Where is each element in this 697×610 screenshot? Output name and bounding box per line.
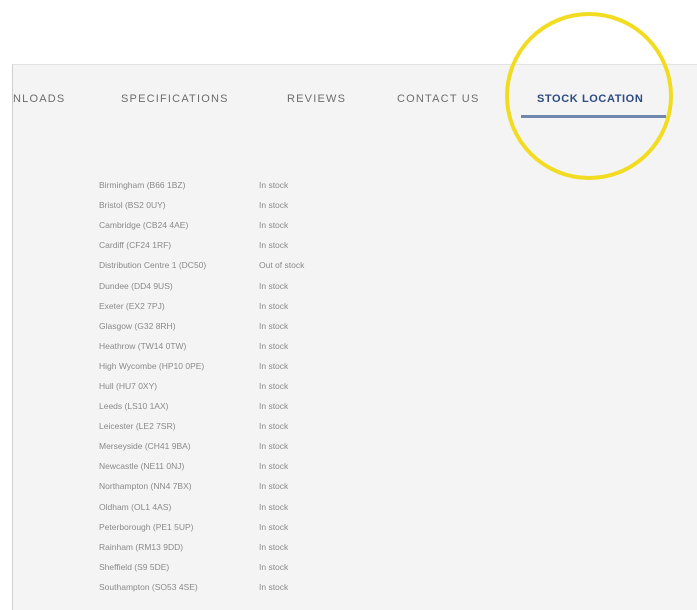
stock-row: Cambridge (CB24 4AE) In stock xyxy=(99,215,339,235)
stock-location-name: Glasgow (G32 8RH) xyxy=(99,320,176,331)
stock-row: Exeter (EX2 7PJ) In stock xyxy=(99,296,339,316)
stock-location-view: NLOADS SPECIFICATIONS REVIEWS CONTACT US… xyxy=(0,0,697,610)
stock-row: Bristol (BS2 0UY) In stock xyxy=(99,195,339,215)
stock-row: Glasgow (G32 8RH) In stock xyxy=(99,316,339,336)
stock-row: Southampton (SO53 4SE) In stock xyxy=(99,577,339,597)
stock-row: Cardiff (CF24 1RF) In stock xyxy=(99,235,339,255)
stock-location-name: Leicester (LE2 7SR) xyxy=(99,421,176,432)
stock-row: Hull (HU7 0XY) In stock xyxy=(99,376,339,396)
stock-status: In stock xyxy=(259,220,289,231)
tab-reviews[interactable]: REVIEWS xyxy=(287,93,346,105)
stock-location-name: Birmingham (B66 1BZ) xyxy=(99,180,186,191)
stock-status: In stock xyxy=(259,280,289,291)
stock-location-name: Dundee (DD4 9US) xyxy=(99,280,173,291)
tab-contact-us[interactable]: CONTACT US xyxy=(397,93,480,105)
stock-row: Rainham (RM13 9DD) In stock xyxy=(99,537,339,557)
stock-row: Birmingham (B66 1BZ) In stock xyxy=(99,175,339,195)
stock-location-name: Leeds (LS10 1AX) xyxy=(99,401,169,412)
stock-status: In stock xyxy=(259,180,289,191)
stock-status: In stock xyxy=(259,501,289,512)
tab-specifications[interactable]: SPECIFICATIONS xyxy=(121,93,229,105)
stock-location-name: Distribution Centre 1 (DC50) xyxy=(99,260,207,271)
stock-location-name: High Wycombe (HP10 0PE) xyxy=(99,360,205,371)
stock-status: In stock xyxy=(259,441,289,452)
stock-location-name: Hull (HU7 0XY) xyxy=(99,380,158,391)
stock-row: Oldham (OL1 4AS) In stock xyxy=(99,497,339,517)
stock-row: Northampton (NN4 7BX) In stock xyxy=(99,476,339,496)
stock-location-name: Bristol (BS2 0UY) xyxy=(99,200,166,211)
stock-location-name: Sheffield (S9 5DE) xyxy=(99,561,170,572)
stock-row: Merseyside (CH41 9BA) In stock xyxy=(99,436,339,456)
stock-status: In stock xyxy=(259,581,289,592)
stock-location-name: Northampton (NN4 7BX) xyxy=(99,481,192,492)
stock-location-list: Birmingham (B66 1BZ) In stock Bristol (BS2… xyxy=(99,175,339,597)
stock-location-name: Exeter (EX2 7PJ) xyxy=(99,300,165,311)
active-tab-indicator xyxy=(521,115,666,118)
stock-location-name: Cardiff (CF24 1RF) xyxy=(99,240,172,251)
stock-location-name: Cambridge (CB24 4AE) xyxy=(99,220,189,231)
stock-status: In stock xyxy=(259,320,289,331)
stock-status: Out of stock xyxy=(259,260,305,271)
stock-row: Newcastle (NE11 0NJ) In stock xyxy=(99,456,339,476)
stock-location-name: Peterborough (PE1 5UP) xyxy=(99,521,194,532)
tab-downloads[interactable]: NLOADS xyxy=(13,93,65,105)
stock-row: Heathrow (TW14 0TW) In stock xyxy=(99,336,339,356)
stock-status: In stock xyxy=(259,240,289,251)
product-tabs-panel: NLOADS SPECIFICATIONS REVIEWS CONTACT US… xyxy=(12,64,697,610)
stock-location-name: Rainham (RM13 9DD) xyxy=(99,541,184,552)
stock-status: In stock xyxy=(259,380,289,391)
stock-status: In stock xyxy=(259,521,289,532)
stock-row: Distribution Centre 1 (DC50) Out of stock xyxy=(99,255,339,275)
stock-status: In stock xyxy=(259,461,289,472)
tab-bar: NLOADS SPECIFICATIONS REVIEWS CONTACT US… xyxy=(13,65,697,125)
stock-row: Dundee (DD4 9US) In stock xyxy=(99,275,339,295)
stock-status: In stock xyxy=(259,541,289,552)
stock-row: Sheffield (S9 5DE) In stock xyxy=(99,557,339,577)
stock-row: Leicester (LE2 7SR) In stock xyxy=(99,416,339,436)
stock-status: In stock xyxy=(259,481,289,492)
stock-location-name: Newcastle (NE11 0NJ) xyxy=(99,461,185,472)
stock-row: Peterborough (PE1 5UP) In stock xyxy=(99,517,339,537)
stock-status: In stock xyxy=(259,421,289,432)
stock-location-name: Southampton (SO53 4SE) xyxy=(99,581,198,592)
stock-status: In stock xyxy=(259,200,289,211)
stock-status: In stock xyxy=(259,401,289,412)
stock-status: In stock xyxy=(259,340,289,351)
stock-row: High Wycombe (HP10 0PE) In stock xyxy=(99,356,339,376)
stock-status: In stock xyxy=(259,300,289,311)
stock-location-name: Heathrow (TW14 0TW) xyxy=(99,340,187,351)
stock-status: In stock xyxy=(259,360,289,371)
stock-location-name: Merseyside (CH41 9BA) xyxy=(99,441,191,452)
stock-row: Leeds (LS10 1AX) In stock xyxy=(99,396,339,416)
stock-location-name: Oldham (OL1 4AS) xyxy=(99,501,172,512)
tab-stock-location[interactable]: STOCK LOCATION xyxy=(537,93,643,105)
stock-status: In stock xyxy=(259,561,289,572)
